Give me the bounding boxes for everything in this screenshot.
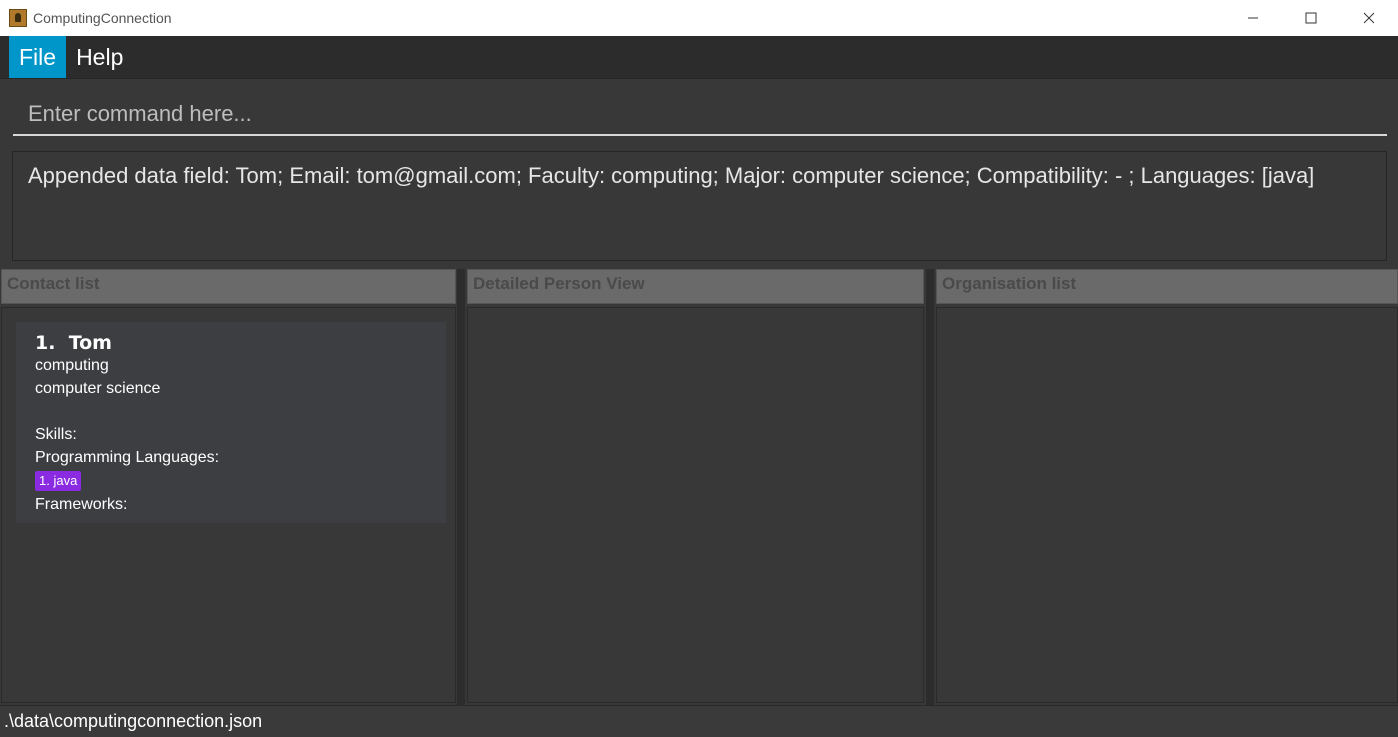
- minimize-button[interactable]: [1224, 0, 1282, 36]
- close-icon: [1363, 12, 1375, 24]
- languages-label: Programming Languages:: [35, 449, 220, 466]
- result-display: Appended data field: Tom; Email: tom@gma…: [12, 151, 1387, 261]
- status-bar: .\data\computingconnection.json: [0, 705, 1398, 737]
- contact-list-header: Contact list: [1, 269, 456, 304]
- detail-view-header: Detailed Person View: [467, 269, 924, 304]
- card-spacer: [35, 400, 427, 423]
- detail-view-panel: [467, 307, 924, 703]
- person-faculty: computing: [35, 357, 109, 374]
- person-card[interactable]: 1. Tom computing computer science Skills…: [16, 322, 446, 523]
- menu-file[interactable]: File: [9, 36, 67, 78]
- maximize-button[interactable]: [1282, 0, 1340, 36]
- menu-help[interactable]: Help: [66, 36, 133, 78]
- person-name: 1. Tom: [35, 332, 427, 354]
- skills-label: Skills:: [35, 426, 77, 443]
- person-major: computer science: [35, 380, 161, 397]
- panel-divider[interactable]: [926, 269, 934, 705]
- panel-divider[interactable]: [457, 269, 465, 705]
- person-index: 1.: [35, 332, 56, 354]
- maximize-icon: [1305, 12, 1317, 24]
- window-controls: [1224, 0, 1398, 36]
- menu-bar: File Help: [0, 36, 1398, 79]
- minimize-icon: [1248, 17, 1258, 19]
- organisation-list-header: Organisation list: [936, 269, 1398, 304]
- window-title: ComputingConnection: [33, 10, 172, 26]
- data-file-path: .\data\computingconnection.json: [4, 711, 263, 731]
- command-input[interactable]: [13, 94, 1387, 136]
- language-tag: 1. java: [35, 471, 82, 491]
- frameworks-label: Frameworks:: [35, 496, 128, 513]
- contact-list-panel: 1. Tom computing computer science Skills…: [1, 307, 456, 703]
- organisation-list-panel: [936, 307, 1398, 703]
- close-button[interactable]: [1340, 0, 1398, 36]
- contact-book-icon: [9, 9, 27, 27]
- command-box: [0, 80, 1398, 146]
- title-bar: ComputingConnection: [0, 0, 1398, 36]
- person-name-text: Tom: [68, 332, 112, 354]
